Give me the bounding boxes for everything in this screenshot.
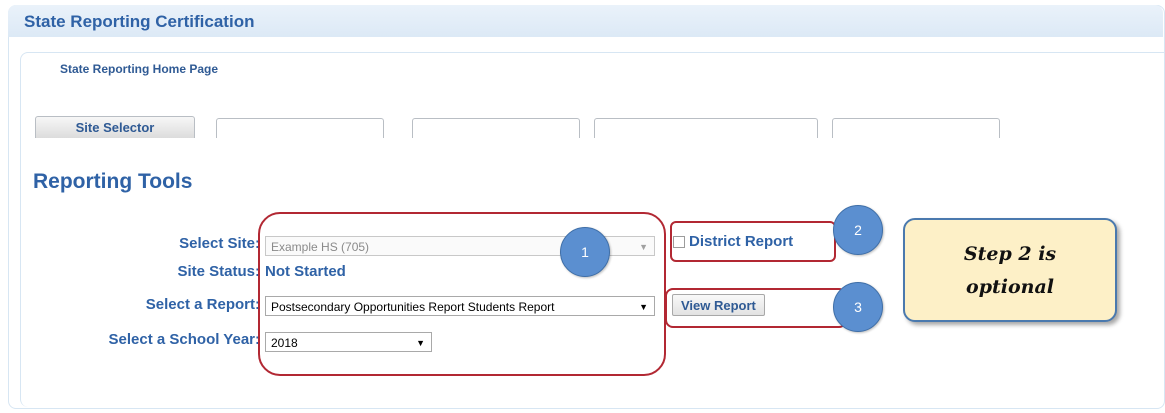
home-page-link[interactable]: State Reporting Home Page (60, 62, 218, 76)
callout-line-2: optional (966, 276, 1054, 298)
step-2-marker: 2 (833, 205, 883, 255)
tab-4[interactable] (594, 118, 818, 138)
site-status-label: Site Status: (177, 263, 260, 280)
reporting-tools-heading: Reporting Tools (33, 170, 193, 193)
select-site-label: Select Site: (179, 235, 260, 252)
tab-3[interactable] (412, 118, 580, 138)
callout-line-1: Step 2 is (963, 243, 1057, 265)
step-3-marker: 3 (833, 282, 883, 332)
page-title: State Reporting Certification (24, 12, 255, 31)
step-2-outline (670, 221, 836, 262)
select-report-label: Select a Report: (145, 296, 260, 313)
tab-site-selector[interactable]: Site Selector (35, 116, 195, 138)
tab-2[interactable] (216, 118, 384, 138)
tab-5[interactable] (832, 118, 1000, 138)
select-year-label: Select a School Year: (108, 331, 260, 348)
step-1-marker: 1 (560, 227, 610, 277)
step-2-callout: Step 2 is optional (903, 218, 1117, 322)
step-3-outline (665, 288, 847, 328)
